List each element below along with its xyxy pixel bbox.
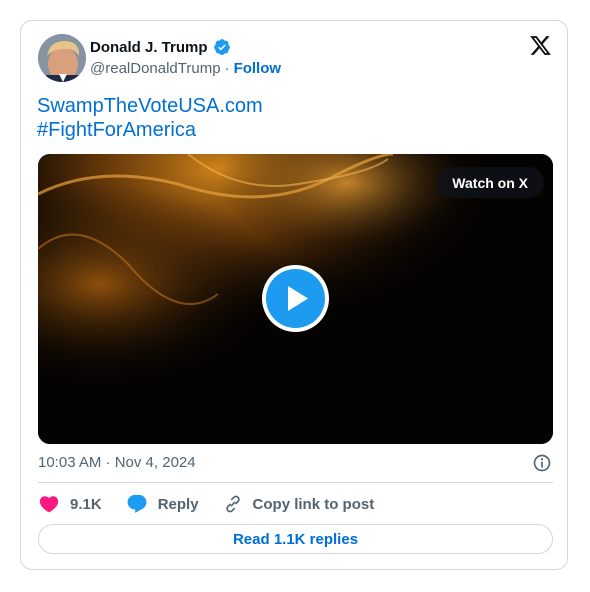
reply-bubble-icon bbox=[127, 494, 147, 513]
video-player[interactable]: Watch on X bbox=[38, 154, 553, 444]
heart-icon bbox=[39, 496, 59, 513]
info-icon[interactable] bbox=[532, 453, 552, 473]
link-icon bbox=[225, 495, 240, 513]
reply-button[interactable]: Reply bbox=[126, 493, 199, 515]
follow-button[interactable]: Follow bbox=[234, 60, 282, 77]
play-icon bbox=[288, 286, 308, 311]
handle-separator: · bbox=[224, 60, 230, 77]
read-replies-button[interactable]: Read 1.1K replies bbox=[38, 524, 553, 554]
embedded-post-card: Donald J. Trump @realDonaldTrump · Follo… bbox=[20, 20, 568, 570]
author-handle[interactable]: @realDonaldTrump bbox=[90, 60, 221, 77]
play-button[interactable] bbox=[262, 265, 329, 332]
avatar-image bbox=[38, 34, 86, 82]
author-display-name[interactable]: Donald J. Trump bbox=[90, 39, 208, 56]
post-link[interactable]: SwampTheVoteUSA.com bbox=[37, 94, 263, 118]
copy-link-label: Copy link to post bbox=[252, 495, 375, 513]
like-button[interactable]: 9.1K bbox=[38, 493, 102, 515]
reply-label: Reply bbox=[157, 495, 199, 513]
x-logo-icon[interactable] bbox=[529, 34, 552, 57]
author-name-row: Donald J. Trump bbox=[90, 38, 231, 56]
watch-on-x-button[interactable]: Watch on X bbox=[436, 167, 544, 198]
author-handle-row: @realDonaldTrump · Follow bbox=[90, 60, 281, 77]
post-hashtag[interactable]: #FightForAmerica bbox=[37, 118, 263, 142]
post-text: SwampTheVoteUSA.com #FightForAmerica bbox=[37, 94, 263, 142]
copy-link-button[interactable]: Copy link to post bbox=[223, 494, 375, 514]
like-count: 9.1K bbox=[70, 495, 102, 513]
divider bbox=[38, 482, 553, 483]
verified-badge-icon bbox=[213, 39, 230, 55]
avatar[interactable] bbox=[38, 34, 86, 82]
post-timestamp[interactable]: 10:03 AM · Nov 4, 2024 bbox=[38, 454, 196, 471]
action-bar: 9.1K Reply Copy link to post bbox=[38, 492, 398, 516]
